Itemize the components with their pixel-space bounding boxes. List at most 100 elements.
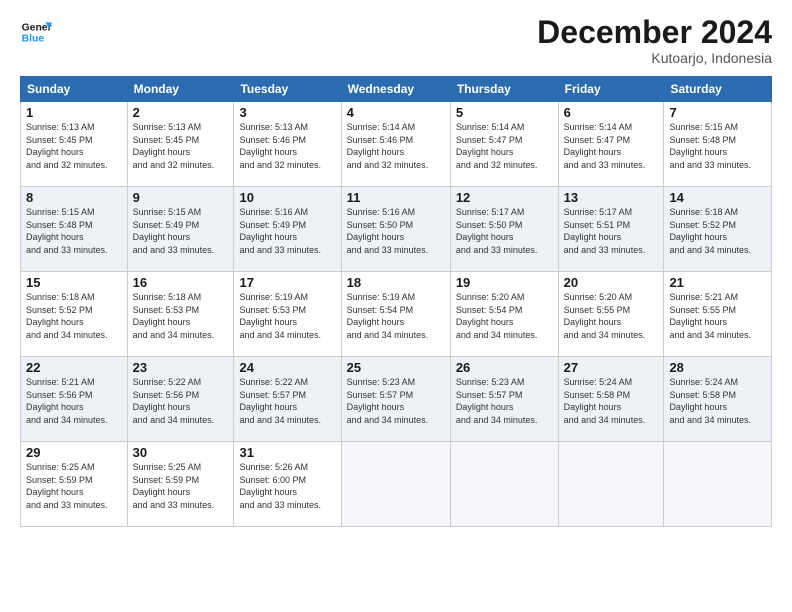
day-number: 15 [26, 275, 122, 290]
day-cell-2: 2Sunrise: 5:13 AMSunset: 5:45 PMDaylight… [127, 102, 234, 187]
day-cell-30: 30Sunrise: 5:25 AMSunset: 5:59 PMDayligh… [127, 442, 234, 527]
day-number: 11 [347, 190, 445, 205]
day-info: Sunrise: 5:17 AMSunset: 5:51 PMDaylight … [564, 206, 659, 256]
day-number: 1 [26, 105, 122, 120]
day-info: Sunrise: 5:22 AMSunset: 5:57 PMDaylight … [239, 376, 335, 426]
day-info: Sunrise: 5:15 AMSunset: 5:48 PMDaylight … [26, 206, 122, 256]
day-info: Sunrise: 5:25 AMSunset: 5:59 PMDaylight … [133, 461, 229, 511]
page: General Blue December 2024 Kutoarjo, Ind… [0, 0, 792, 612]
day-cell-1: 1Sunrise: 5:13 AMSunset: 5:45 PMDaylight… [21, 102, 128, 187]
day-info: Sunrise: 5:18 AMSunset: 5:53 PMDaylight … [133, 291, 229, 341]
day-number: 4 [347, 105, 445, 120]
day-info: Sunrise: 5:25 AMSunset: 5:59 PMDaylight … [26, 461, 122, 511]
day-info: Sunrise: 5:16 AMSunset: 5:50 PMDaylight … [347, 206, 445, 256]
day-cell-6: 6Sunrise: 5:14 AMSunset: 5:47 PMDaylight… [558, 102, 664, 187]
day-cell-5: 5Sunrise: 5:14 AMSunset: 5:47 PMDaylight… [450, 102, 558, 187]
day-cell-9: 9Sunrise: 5:15 AMSunset: 5:49 PMDaylight… [127, 187, 234, 272]
day-info: Sunrise: 5:13 AMSunset: 5:45 PMDaylight … [26, 121, 122, 171]
month-title: December 2024 [537, 16, 772, 48]
empty-cell [558, 442, 664, 527]
day-info: Sunrise: 5:18 AMSunset: 5:52 PMDaylight … [669, 206, 766, 256]
empty-cell [450, 442, 558, 527]
day-info: Sunrise: 5:21 AMSunset: 5:56 PMDaylight … [26, 376, 122, 426]
day-info: Sunrise: 5:18 AMSunset: 5:52 PMDaylight … [26, 291, 122, 341]
day-info: Sunrise: 5:14 AMSunset: 5:47 PMDaylight … [456, 121, 553, 171]
day-number: 31 [239, 445, 335, 460]
day-info: Sunrise: 5:23 AMSunset: 5:57 PMDaylight … [456, 376, 553, 426]
day-info: Sunrise: 5:13 AMSunset: 5:46 PMDaylight … [239, 121, 335, 171]
svg-text:Blue: Blue [22, 34, 45, 45]
day-cell-21: 21Sunrise: 5:21 AMSunset: 5:55 PMDayligh… [664, 272, 772, 357]
week-row-3: 15Sunrise: 5:18 AMSunset: 5:52 PMDayligh… [21, 272, 772, 357]
day-cell-31: 31Sunrise: 5:26 AMSunset: 6:00 PMDayligh… [234, 442, 341, 527]
day-info: Sunrise: 5:14 AMSunset: 5:47 PMDaylight … [564, 121, 659, 171]
day-header-sunday: Sunday [21, 77, 128, 102]
day-number: 14 [669, 190, 766, 205]
day-info: Sunrise: 5:20 AMSunset: 5:55 PMDaylight … [564, 291, 659, 341]
week-row-2: 8Sunrise: 5:15 AMSunset: 5:48 PMDaylight… [21, 187, 772, 272]
logo-icon: General Blue [20, 16, 52, 48]
day-cell-11: 11Sunrise: 5:16 AMSunset: 5:50 PMDayligh… [341, 187, 450, 272]
day-info: Sunrise: 5:15 AMSunset: 5:49 PMDaylight … [133, 206, 229, 256]
day-number: 3 [239, 105, 335, 120]
day-number: 20 [564, 275, 659, 290]
day-info: Sunrise: 5:24 AMSunset: 5:58 PMDaylight … [564, 376, 659, 426]
day-info: Sunrise: 5:15 AMSunset: 5:48 PMDaylight … [669, 121, 766, 171]
logo: General Blue [20, 16, 52, 48]
week-row-1: 1Sunrise: 5:13 AMSunset: 5:45 PMDaylight… [21, 102, 772, 187]
day-number: 10 [239, 190, 335, 205]
day-number: 17 [239, 275, 335, 290]
day-info: Sunrise: 5:20 AMSunset: 5:54 PMDaylight … [456, 291, 553, 341]
day-number: 25 [347, 360, 445, 375]
day-number: 12 [456, 190, 553, 205]
day-number: 7 [669, 105, 766, 120]
day-number: 19 [456, 275, 553, 290]
day-info: Sunrise: 5:23 AMSunset: 5:57 PMDaylight … [347, 376, 445, 426]
day-cell-12: 12Sunrise: 5:17 AMSunset: 5:50 PMDayligh… [450, 187, 558, 272]
day-number: 23 [133, 360, 229, 375]
day-cell-10: 10Sunrise: 5:16 AMSunset: 5:49 PMDayligh… [234, 187, 341, 272]
location: Kutoarjo, Indonesia [537, 50, 772, 66]
day-number: 5 [456, 105, 553, 120]
title-block: December 2024 Kutoarjo, Indonesia [537, 16, 772, 66]
day-info: Sunrise: 5:19 AMSunset: 5:54 PMDaylight … [347, 291, 445, 341]
day-number: 30 [133, 445, 229, 460]
day-cell-25: 25Sunrise: 5:23 AMSunset: 5:57 PMDayligh… [341, 357, 450, 442]
day-header-friday: Friday [558, 77, 664, 102]
day-number: 22 [26, 360, 122, 375]
day-cell-13: 13Sunrise: 5:17 AMSunset: 5:51 PMDayligh… [558, 187, 664, 272]
day-info: Sunrise: 5:24 AMSunset: 5:58 PMDaylight … [669, 376, 766, 426]
day-header-thursday: Thursday [450, 77, 558, 102]
day-header-monday: Monday [127, 77, 234, 102]
day-info: Sunrise: 5:22 AMSunset: 5:56 PMDaylight … [133, 376, 229, 426]
day-info: Sunrise: 5:14 AMSunset: 5:46 PMDaylight … [347, 121, 445, 171]
day-info: Sunrise: 5:26 AMSunset: 6:00 PMDaylight … [239, 461, 335, 511]
day-info: Sunrise: 5:13 AMSunset: 5:45 PMDaylight … [133, 121, 229, 171]
day-cell-19: 19Sunrise: 5:20 AMSunset: 5:54 PMDayligh… [450, 272, 558, 357]
day-info: Sunrise: 5:17 AMSunset: 5:50 PMDaylight … [456, 206, 553, 256]
day-header-wednesday: Wednesday [341, 77, 450, 102]
day-header-saturday: Saturday [664, 77, 772, 102]
day-number: 28 [669, 360, 766, 375]
week-row-5: 29Sunrise: 5:25 AMSunset: 5:59 PMDayligh… [21, 442, 772, 527]
empty-cell [341, 442, 450, 527]
day-cell-29: 29Sunrise: 5:25 AMSunset: 5:59 PMDayligh… [21, 442, 128, 527]
empty-cell [664, 442, 772, 527]
day-number: 27 [564, 360, 659, 375]
day-number: 13 [564, 190, 659, 205]
day-number: 2 [133, 105, 229, 120]
day-cell-27: 27Sunrise: 5:24 AMSunset: 5:58 PMDayligh… [558, 357, 664, 442]
day-cell-28: 28Sunrise: 5:24 AMSunset: 5:58 PMDayligh… [664, 357, 772, 442]
day-cell-20: 20Sunrise: 5:20 AMSunset: 5:55 PMDayligh… [558, 272, 664, 357]
day-number: 26 [456, 360, 553, 375]
day-cell-26: 26Sunrise: 5:23 AMSunset: 5:57 PMDayligh… [450, 357, 558, 442]
day-cell-23: 23Sunrise: 5:22 AMSunset: 5:56 PMDayligh… [127, 357, 234, 442]
day-number: 18 [347, 275, 445, 290]
header: General Blue December 2024 Kutoarjo, Ind… [20, 16, 772, 66]
day-number: 16 [133, 275, 229, 290]
day-cell-17: 17Sunrise: 5:19 AMSunset: 5:53 PMDayligh… [234, 272, 341, 357]
week-row-4: 22Sunrise: 5:21 AMSunset: 5:56 PMDayligh… [21, 357, 772, 442]
day-cell-22: 22Sunrise: 5:21 AMSunset: 5:56 PMDayligh… [21, 357, 128, 442]
day-info: Sunrise: 5:16 AMSunset: 5:49 PMDaylight … [239, 206, 335, 256]
day-cell-18: 18Sunrise: 5:19 AMSunset: 5:54 PMDayligh… [341, 272, 450, 357]
